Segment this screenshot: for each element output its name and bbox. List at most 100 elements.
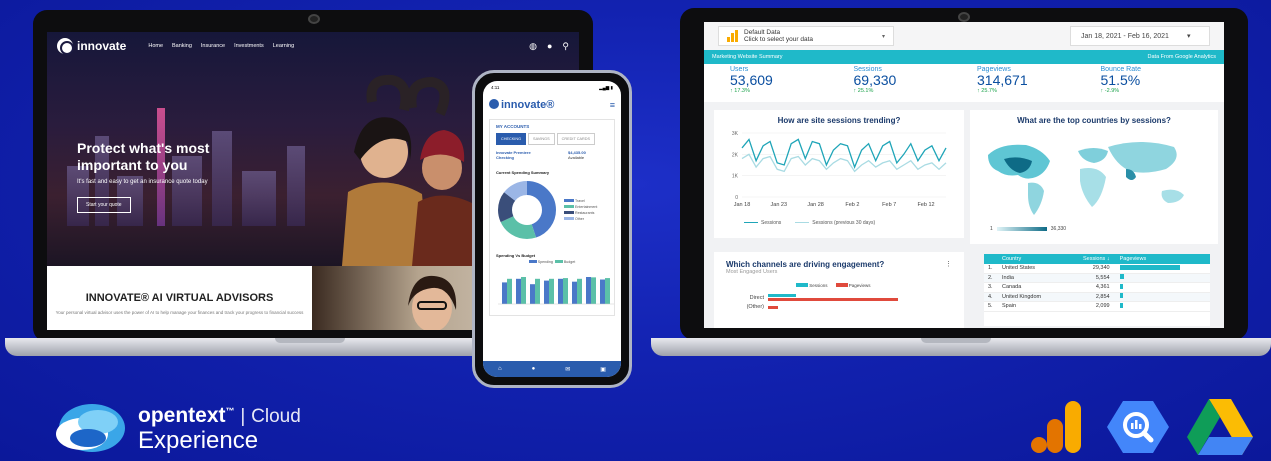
lock-icon[interactable]: ▣: [600, 366, 606, 373]
hero-title: Protect what's most important to you: [77, 140, 210, 173]
tab-checking[interactable]: CHECKING: [496, 133, 527, 145]
pageviews-bar: [1119, 283, 1124, 289]
sessions-value: 2,854: [1061, 292, 1116, 302]
map-australia: [1161, 189, 1184, 203]
legend-other: Other: [575, 217, 584, 221]
laptop-base-right: [651, 338, 1271, 356]
col-pageviews[interactable]: Pageviews: [1115, 254, 1210, 264]
data-source-selector[interactable]: Default Data Click to select your data ▾: [718, 26, 894, 46]
budget-bar-budget: [549, 278, 554, 304]
budget-bar-budget: [535, 278, 540, 304]
phone-app: 4:11 ▂▄▆ ▮ innovate® ≡ MY ACCOUNTS CHECK…: [472, 70, 632, 388]
table-row[interactable]: 4. United Kingdom 2,854: [984, 292, 1210, 302]
countries-table: Country Sessions ↓ Pageviews 1. United St…: [984, 254, 1210, 312]
banner-source: Data From Google Analytics: [1147, 54, 1216, 60]
table-row[interactable]: 1. United States 29,340: [984, 263, 1210, 274]
camera: [308, 14, 320, 24]
nav-banking[interactable]: Banking: [172, 43, 192, 49]
x-tick-label: Feb 12: [917, 202, 934, 208]
sessions-value: 2,099: [1061, 301, 1116, 312]
sessions-trend-panel: How are site sessions trending? 0 1K 2K 3K J…: [714, 110, 964, 238]
pageviews-bar-cell: [1115, 282, 1210, 293]
accounts-card: MY ACCOUNTS CHECKING SAVINGS CREDIT CARD…: [489, 119, 615, 316]
y-tick-label: 2K: [732, 152, 739, 158]
channel-bars: [768, 305, 778, 309]
chevron-down-icon: ▾: [881, 33, 885, 40]
spending-title: Current Spending Summary: [496, 170, 550, 175]
dashboard-toolbar: Default Data Click to select your data ▾ …: [704, 22, 1224, 50]
map-scale-min: 1: [990, 226, 993, 232]
y-tick-label: 3K: [732, 131, 739, 137]
start-quote-button[interactable]: Start your quote: [77, 197, 131, 213]
budget-bar-spending: [586, 277, 591, 304]
kpi-value: 69,330: [853, 72, 897, 88]
nav-investments[interactable]: Investments: [234, 43, 264, 49]
budget-bar-budget: [563, 278, 568, 304]
table-row[interactable]: 5. Spain 2,099: [984, 301, 1210, 312]
account-name: Innovate Premiere Checking: [496, 150, 531, 160]
trend-legend: Sessions Sessions (previous 30 days): [744, 220, 964, 226]
signal-battery-icon: ▂▄▆ ▮: [599, 85, 613, 90]
more-options-icon[interactable]: ⋮: [945, 260, 952, 269]
nav-insurance[interactable]: Insurance: [201, 43, 225, 49]
channels-subtitle: Most Engaged Users: [726, 269, 778, 275]
summary-banner: Marketing Website Summary Data From Goog…: [704, 50, 1224, 64]
search-icon[interactable]: ⚲: [562, 41, 569, 52]
col-sessions[interactable]: Sessions ↓: [1061, 254, 1116, 264]
kpi-delta: ↑ 17.3%: [730, 88, 750, 94]
table-row[interactable]: 2. India 5,554: [984, 273, 1210, 283]
nav-home[interactable]: Home: [148, 43, 163, 49]
date-range-picker[interactable]: Jan 18, 2021 - Feb 16, 2021 ▾: [1070, 26, 1210, 46]
budget-bar-budget: [521, 277, 526, 304]
col-country[interactable]: Country: [998, 254, 1062, 264]
globe-language-icon[interactable]: ◍: [529, 41, 537, 52]
kpi-users: Users 53,609 ↑ 17.3%: [730, 66, 854, 102]
tab-savings[interactable]: SAVINGS: [528, 133, 555, 145]
map-asia: [1108, 142, 1177, 173]
account-row[interactable]: Innovate Premiere Checking $4,435.00 Ava…: [496, 150, 608, 160]
accounts-title: MY ACCOUNTS: [496, 124, 530, 129]
legend-restaurants: Restaurants: [575, 211, 595, 215]
google-drive-icon: [1187, 399, 1253, 455]
site-logo[interactable]: innovate: [57, 38, 126, 55]
opentext-cloud: Cloud: [251, 406, 301, 427]
user-icon[interactable]: ●: [547, 41, 552, 52]
row-number: 1.: [984, 263, 998, 274]
tab-credit-cards[interactable]: CREDIT CARDS: [556, 133, 596, 145]
table-header: Country Sessions ↓ Pageviews: [984, 254, 1210, 264]
app-tab-bar: ⌂ ● ✉ ▣: [483, 361, 621, 377]
home-icon[interactable]: ⌂: [498, 366, 502, 372]
banner-title: Marketing Website Summary: [712, 54, 783, 60]
series-line-sessions: [741, 138, 947, 169]
data-source-label: Default Data: [744, 29, 781, 36]
channel-bars: [768, 294, 898, 301]
table-row[interactable]: 3. Canada 4,361: [984, 282, 1210, 293]
map-scale: 1 36,330: [990, 226, 1218, 232]
country-name: Canada: [998, 282, 1062, 293]
date-range-value: Jan 18, 2021 - Feb 16, 2021: [1081, 32, 1169, 40]
legend-sessions: Sessions: [809, 283, 828, 288]
opentext-brand: opentext: [138, 404, 226, 427]
pageviews-bar-cell: [1115, 273, 1210, 283]
row-number: 3.: [984, 282, 998, 293]
analytics-icon: [727, 30, 738, 42]
phone-time: 4:11: [491, 85, 500, 90]
nav-icons: ◍ ● ⚲: [529, 41, 569, 52]
legend-entertainment: Entertainment: [575, 205, 598, 209]
opentext-tm: ™: [225, 406, 235, 416]
site-menu: Home Banking Insurance Investments Learn…: [148, 43, 294, 49]
y-tick-label: 0: [735, 195, 738, 201]
budget-bar-budget: [591, 277, 596, 304]
countries-table-panel: Country Sessions ↓ Pageviews 1. United St…: [984, 254, 1210, 326]
nav-learning[interactable]: Learning: [273, 43, 294, 49]
country-name: United Kingdom: [998, 292, 1062, 302]
hamburger-menu-icon[interactable]: ≡: [610, 100, 615, 110]
chat-icon[interactable]: ✉: [565, 366, 570, 373]
user-icon[interactable]: ●: [532, 366, 536, 372]
kpi-value: 53,609: [730, 72, 773, 88]
legend-sessions: Sessions: [744, 220, 781, 226]
opentext-experience: Experience: [138, 427, 259, 454]
countries-map-panel: What are the top countries by sessions? …: [970, 110, 1218, 244]
x-tick-label: Feb 7: [882, 202, 896, 208]
map-scale-max: 36,330: [1050, 226, 1067, 232]
